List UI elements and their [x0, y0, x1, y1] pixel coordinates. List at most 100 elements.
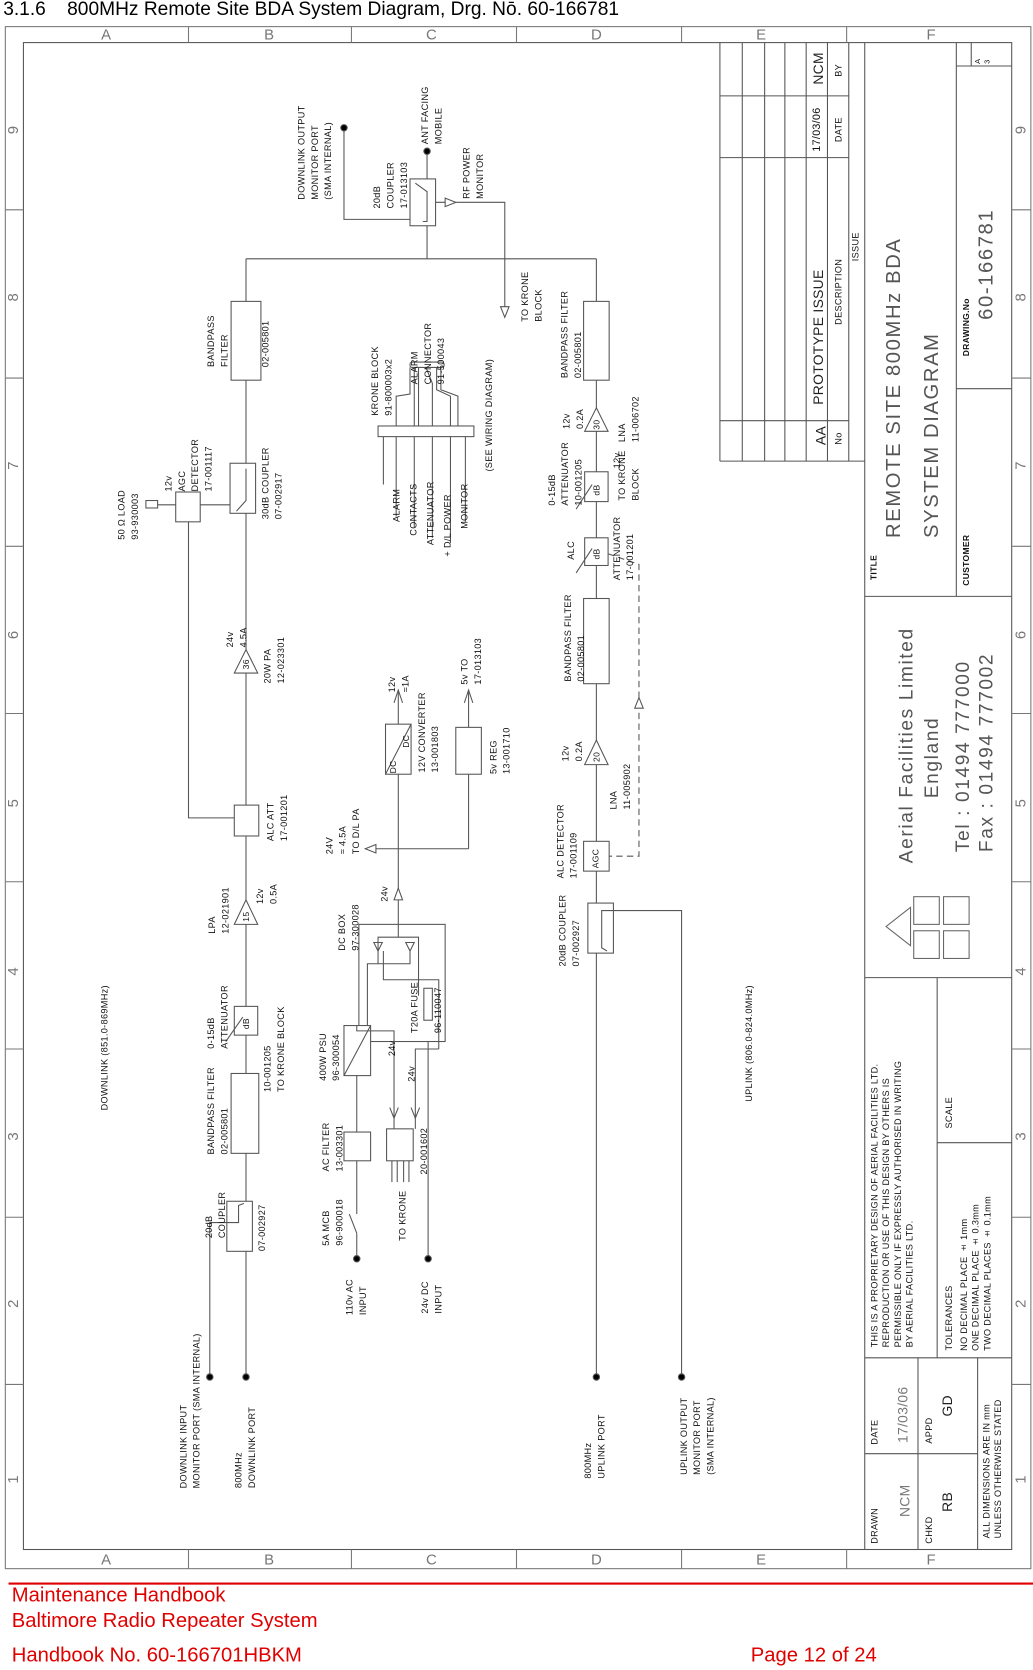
bandpass-filter-label: BANDPASS FILTER	[205, 315, 230, 368]
to-krone-power-label: TO KRONE	[397, 1190, 408, 1241]
coupler-bottom-part-no: 07-002927	[256, 1204, 268, 1252]
uplink-alc-detector-label: ALC DETECTOR 17-001109	[554, 804, 579, 879]
ruler-letter: F	[926, 1550, 936, 1568]
pa-gain: 36	[241, 658, 252, 669]
uplink-agc-box: AGC	[591, 848, 601, 868]
company-logo	[885, 896, 970, 959]
ruler-number: 8	[4, 292, 22, 302]
terminal-part-no: 20-001602	[418, 1127, 430, 1175]
company-country: England	[921, 717, 943, 799]
company-fax: Fax : 01494 777002	[975, 652, 997, 852]
uplink-lna1-gain: 30	[592, 419, 602, 430]
inner-frame	[22, 42, 1013, 1551]
attenuator-part-no: 10-001205 TO KRONE BLOCK	[261, 1005, 286, 1092]
footer-handbook-title: Maintenance Handbook	[11, 1584, 226, 1608]
ruler-number: 8	[1011, 292, 1029, 302]
krone-wire-label: ALARM	[390, 488, 402, 522]
uplink-attenuator-label: 0-15dB ATTENUATOR 10-001205	[546, 442, 584, 506]
ruler-number: 9	[4, 125, 22, 135]
revision-description-header: DESCRIPTION	[832, 258, 844, 325]
uplink-coupler-label: 20dB COUPLER 07-002927	[556, 894, 581, 967]
drawn-date: 17/03/06	[894, 1386, 911, 1444]
wiring-diagram-note: (SEE WIRING DIAGRAM)	[483, 359, 495, 472]
coupler-bottom-label: 20dB COUPLER	[203, 1192, 228, 1239]
handbook-page: 3.1.6 800MHz Remote Site BDA System Diag…	[0, 0, 1033, 1670]
coupler-20db-label: 20dB COUPLER 17-013103	[371, 162, 409, 209]
revision-by-header: BY	[832, 63, 844, 77]
ruler-number: 9	[1011, 125, 1029, 135]
drawing-no-label: DRAWING.No	[961, 298, 972, 357]
approved-by: GD	[939, 1394, 956, 1417]
fuse-part-no: 96-110047	[432, 987, 444, 1034]
footer-page-number: Page 12 of 24	[750, 1644, 877, 1667]
ruler-letter: A	[101, 25, 112, 43]
uplink-alc-attenuator-label: ATTENUATOR 17-001201	[611, 516, 636, 581]
ruler-number: 5	[4, 798, 22, 808]
checked-label: CHKD	[923, 1516, 934, 1545]
uplink-bpf2-label: BANDPASS FILTER 02-005801	[562, 594, 587, 682]
title-label: TITLE	[868, 555, 879, 581]
date-label: DATE	[868, 1419, 880, 1445]
bandpass-filter-bottom-label: BANDPASS FILTER 02-005801	[205, 1067, 230, 1155]
ruler-letter: C	[425, 25, 437, 43]
fuse-label: T20A FUSE	[408, 981, 420, 1034]
krone-wire-label: CONTACTS	[407, 483, 419, 536]
ruler-number: 4	[4, 966, 22, 976]
company-tel: Tel : 01494 777000	[952, 660, 974, 852]
uplink-lna2-gain: 20	[592, 751, 602, 762]
drawing-title: REMOTE SITE 800MHz BDA SYSTEM DIAGRAM	[882, 237, 944, 538]
pa-label: 20W PA 12-023301	[261, 637, 286, 684]
uplink-lna1-power: 12v 0.2A	[561, 409, 586, 430]
uplink-band-label: UPLINK (806.0-824.0MHz)	[743, 985, 754, 1103]
uplink-lna2-label: LNA 11-005902	[608, 763, 633, 810]
revision-table-lines	[719, 42, 865, 462]
24v-label: 24v	[386, 1040, 398, 1057]
downlink-band-label: DOWNLINK (851.0-869MHz)	[99, 985, 110, 1111]
drawn-by: NCM	[896, 1485, 913, 1518]
uplink-bpf1-label: BANDPASS FILTER 02-005801	[559, 290, 584, 379]
krone-wire-label: MONITOR	[458, 483, 470, 530]
uplink-port-label: 800MHz UPLINK PORT	[582, 1413, 607, 1479]
uplink-attenuator-box: dB	[592, 484, 602, 496]
ruler-number: 7	[4, 461, 22, 470]
5v-regulator-label: 5v REG 13-001710	[487, 727, 512, 775]
to-krone-label: TO KRONE BLOCK	[519, 271, 544, 322]
sheet-size: A 3	[974, 58, 992, 64]
pa-power-label: 24v 4.5A	[224, 627, 249, 648]
alc-att-label: ALC ATT 17-001201	[265, 794, 290, 842]
agc-detector-label: 12v AGC DETECTOR 17-001117	[162, 439, 214, 493]
ruler-letter: C	[425, 1550, 437, 1568]
ruler-number: 1	[1011, 1474, 1029, 1484]
drawing-number: 60-166781	[975, 208, 998, 320]
krone-block-label: KRONE BLOCK 91-800003x2	[369, 345, 394, 416]
uplink-alc-box: dB	[592, 548, 602, 560]
drawn-label: DRAWN	[868, 1508, 880, 1545]
ruler-letter: F	[926, 25, 936, 43]
tolerances-label: TOLERANCES	[943, 1285, 955, 1351]
dc-dc-label: DC	[388, 760, 399, 774]
antenna-label: ANT FACING MOBILE	[419, 85, 444, 144]
customer-label: CUSTOMER	[961, 534, 972, 586]
power-distribution	[343, 688, 482, 1263]
ac-input-label: 110v AC INPUT	[343, 1279, 368, 1316]
proprietary-notice: THIS IS A PROPRIETARY DESIGN OF AERIAL F…	[868, 1060, 915, 1348]
ruler-number: 3	[4, 1131, 22, 1141]
12v-output-label: 12v ≈1A	[386, 675, 411, 693]
rf-power-monitor-label: RF POWER MONITOR	[461, 147, 486, 200]
approved-label: APPD	[923, 1417, 934, 1445]
ruler-letter: D	[591, 25, 602, 43]
lpa-gain: 15	[241, 911, 252, 922]
ruler-number: 4	[1011, 966, 1029, 976]
ruler-number: 7	[1011, 461, 1029, 470]
downlink-port-label: 800MHz DOWNLINK PORT	[233, 1406, 258, 1488]
attenuator-box: dB	[241, 1017, 252, 1029]
24v-label: 24v	[405, 1066, 417, 1082]
psu-label: 400W PSU 96-300054	[317, 1033, 342, 1081]
revision-by: NCM	[810, 52, 827, 86]
bandpass-filter-part-no: 02-005801	[259, 320, 271, 368]
ac-filter-label: AC FILTER 13-003301	[320, 1122, 345, 1172]
24v-label: 24v	[379, 886, 390, 903]
krone-wire-label: ATTENUATOR	[424, 481, 436, 546]
downlink-output-port-label: DOWNLINK OUTPUT MONITOR PORT (SMA INTERN…	[296, 105, 334, 201]
uplink-lna2-power: 12v 0.2A	[560, 741, 585, 762]
